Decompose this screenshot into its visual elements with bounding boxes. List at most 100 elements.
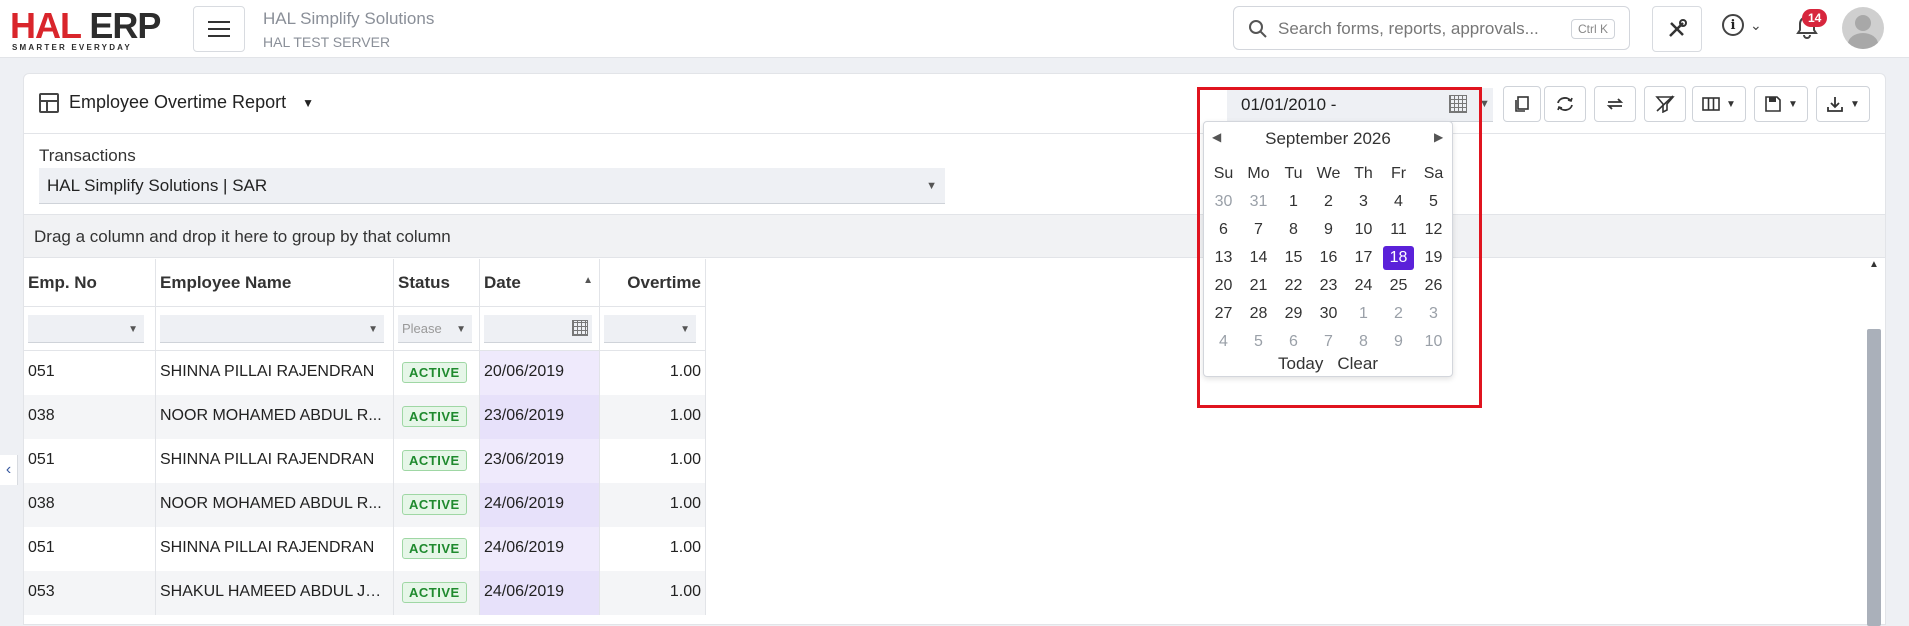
calendar-day[interactable]: 1 (1276, 188, 1311, 216)
column-header-date[interactable]: Date ▲ (480, 259, 600, 307)
calendar-day[interactable]: 28 (1241, 300, 1276, 328)
cell-status: ACTIVE (394, 439, 480, 483)
top-bar: HAL ERP SMARTER EVERYDAY HAL Simplify So… (0, 0, 1909, 58)
calendar-day[interactable]: 3 (1346, 188, 1381, 216)
calendar-day[interactable]: 11 (1381, 216, 1416, 244)
calendar-day[interactable]: 4 (1381, 188, 1416, 216)
datepicker-popup: ◀ September 2026 ▶ Su Mo Tu We Th Fr Sa 30 31 1 2 3… (1203, 121, 1453, 377)
datepicker-month[interactable]: September 2026 (1204, 129, 1452, 149)
calendar-day[interactable]: 6 (1206, 216, 1241, 244)
cell-employee-name: SHINNA PILLAI RAJENDRAN (156, 351, 394, 395)
table-row[interactable]: 051 SHINNA PILLAI RAJENDRAN ACTIVE 23/06… (24, 439, 706, 483)
today-button[interactable]: Today (1278, 354, 1323, 374)
calendar-day[interactable]: 8 (1346, 328, 1381, 356)
calendar-day[interactable]: 19 (1416, 244, 1451, 272)
column-header-overtime[interactable]: Overtime (600, 259, 706, 307)
columns-button[interactable]: ▼ (1692, 86, 1746, 122)
calendar-day[interactable]: 1 (1346, 300, 1381, 328)
calendar-day[interactable]: 30 (1206, 188, 1241, 216)
next-month-icon[interactable]: ▶ (1434, 130, 1443, 144)
global-search[interactable]: Search forms, reports, approvals... Ctrl… (1233, 6, 1630, 50)
calendar-day[interactable]: 14 (1241, 244, 1276, 272)
download-button[interactable]: ▼ (1816, 86, 1870, 122)
calendar-icon[interactable] (1449, 95, 1467, 113)
clear-button[interactable]: Clear (1337, 354, 1378, 374)
calendar-day-selected[interactable]: 18 (1383, 246, 1414, 270)
scrollbar-thumb[interactable] (1867, 329, 1881, 626)
cell-status: ACTIVE (394, 483, 480, 527)
calendar-day[interactable]: 21 (1241, 272, 1276, 300)
search-input[interactable]: Search forms, reports, approvals... (1278, 19, 1539, 39)
table-row[interactable]: 038 NOOR MOHAMED ABDUL R... ACTIVE 23/06… (24, 395, 706, 439)
scroll-up-icon[interactable]: ▲ (1869, 259, 1879, 270)
calendar-day[interactable]: 2 (1311, 188, 1346, 216)
calendar-day[interactable]: 10 (1346, 216, 1381, 244)
calendar-day[interactable]: 25 (1381, 272, 1416, 300)
calendar-day[interactable]: 9 (1311, 216, 1346, 244)
calendar-day[interactable]: 7 (1241, 216, 1276, 244)
calendar-day[interactable]: 13 (1206, 244, 1241, 272)
calendar-day[interactable]: 7 (1311, 328, 1346, 356)
column-header-status[interactable]: Status (394, 259, 480, 307)
info-menu[interactable]: i ⌄ (1722, 14, 1762, 36)
sidebar-toggle[interactable]: ‹ (0, 455, 18, 485)
cell-employee-name: SHAKUL HAMEED ABDUL JA... (156, 571, 394, 615)
calendar-day[interactable]: 10 (1416, 328, 1451, 356)
copy-button[interactable] (1503, 86, 1541, 122)
calendar-day[interactable]: 5 (1416, 188, 1451, 216)
cell-employee-name: NOOR MOHAMED ABDUL R... (156, 483, 394, 527)
company-logo[interactable]: HAL ERP SMARTER EVERYDAY (10, 8, 176, 53)
transactions-select[interactable]: HAL Simplify Solutions | SAR ▼ (39, 168, 945, 204)
filter-employee-name[interactable]: ▼ (160, 315, 384, 343)
column-header-employee-name[interactable]: Employee Name (156, 259, 394, 307)
calendar-day[interactable]: 6 (1276, 328, 1311, 356)
table-row[interactable]: 038 NOOR MOHAMED ABDUL R... ACTIVE 24/06… (24, 483, 706, 527)
calendar-day[interactable]: 5 (1241, 328, 1276, 356)
calendar-day[interactable]: 22 (1276, 272, 1311, 300)
chevron-down-icon[interactable]: ▼ (1479, 98, 1490, 110)
company-info: HAL Simplify Solutions HAL TEST SERVER (263, 9, 434, 50)
calendar-day[interactable]: 12 (1416, 216, 1451, 244)
table-row[interactable]: 051 SHINNA PILLAI RAJENDRAN ACTIVE 20/06… (24, 351, 706, 395)
vertical-scrollbar[interactable]: ▲ (1867, 259, 1881, 626)
menu-button[interactable] (193, 6, 245, 52)
filter-emp-no[interactable]: ▼ (28, 315, 144, 343)
calendar-day[interactable]: 15 (1276, 244, 1311, 272)
clear-filter-button[interactable] (1644, 86, 1686, 122)
calendar-day[interactable]: 29 (1276, 300, 1311, 328)
report-title-dropdown[interactable]: Employee Overtime Report ▼ (39, 92, 314, 113)
swap-button[interactable] (1594, 86, 1636, 122)
calendar-day[interactable]: 26 (1416, 272, 1451, 300)
tools-button[interactable] (1652, 6, 1702, 52)
column-header-emp-no[interactable]: Emp. No (24, 259, 156, 307)
cell-overtime: 1.00 (600, 483, 706, 527)
filter-overtime[interactable]: ▼ (604, 315, 696, 343)
refresh-button[interactable] (1544, 86, 1586, 122)
calendar-day[interactable]: 2 (1381, 300, 1416, 328)
filter-date[interactable] (484, 315, 592, 343)
avatar[interactable] (1842, 7, 1884, 49)
calendar-day[interactable]: 31 (1241, 188, 1276, 216)
calendar-day[interactable]: 20 (1206, 272, 1241, 300)
calendar-day[interactable]: 23 (1311, 272, 1346, 300)
calendar-day[interactable]: 30 (1311, 300, 1346, 328)
table-row[interactable]: 053 SHAKUL HAMEED ABDUL JA... ACTIVE 24/… (24, 571, 706, 615)
calendar-icon[interactable] (572, 320, 588, 336)
filter-status[interactable]: Please ▼ (398, 315, 472, 343)
save-button[interactable]: ▼ (1754, 86, 1808, 122)
group-by-panel[interactable]: Drag a column and drop it here to group … (24, 214, 1885, 258)
calendar-day[interactable]: 8 (1276, 216, 1311, 244)
cell-overtime: 1.00 (600, 527, 706, 571)
table-row[interactable]: 051 SHINNA PILLAI RAJENDRAN ACTIVE 24/06… (24, 527, 706, 571)
calendar-day[interactable]: 9 (1381, 328, 1416, 356)
weekday-label: Mo (1247, 165, 1270, 182)
calendar-day[interactable]: 4 (1206, 328, 1241, 356)
calendar-day[interactable]: 24 (1346, 272, 1381, 300)
calendar-day[interactable]: 27 (1206, 300, 1241, 328)
report-toolbar: Employee Overtime Report ▼ 01/01/2010 - … (24, 74, 1885, 134)
calendar-day[interactable]: 3 (1416, 300, 1451, 328)
calendar-day[interactable]: 17 (1346, 244, 1381, 272)
calendar-day[interactable]: 16 (1311, 244, 1346, 272)
date-range-input[interactable]: 01/01/2010 - ▼ (1227, 88, 1493, 122)
weekday-label: Su (1213, 165, 1234, 182)
